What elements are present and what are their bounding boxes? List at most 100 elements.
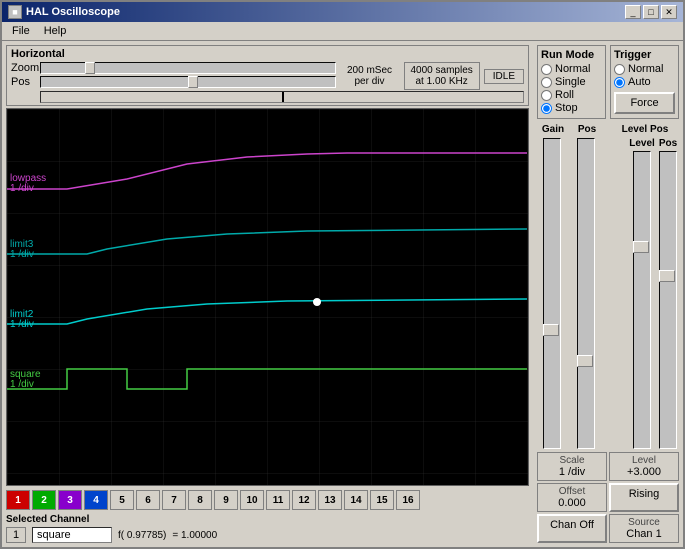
right-panel: Run Mode Normal Single Roll — [533, 41, 683, 547]
trig-level-hdr: Level — [629, 138, 655, 149]
source-chan-box: Source Chan 1 — [609, 514, 679, 543]
main-window: ■ HAL Oscilloscope _ □ ✕ File Help Horiz… — [0, 0, 685, 549]
horizontal-label: Horizontal — [11, 48, 524, 60]
source-chan-label: Source — [614, 517, 674, 528]
svg-text:1 /div: 1 /div — [10, 249, 34, 260]
run-mode-stop[interactable]: Stop — [541, 102, 602, 114]
func-expression: f( 0.97785) — [118, 530, 166, 541]
run-mode-roll-radio[interactable] — [541, 90, 552, 101]
run-mode-normal[interactable]: Normal — [541, 63, 602, 75]
trigger-auto-radio[interactable] — [614, 77, 625, 88]
trigger-auto[interactable]: Auto — [614, 76, 675, 88]
trigger-normal-radio[interactable] — [614, 64, 625, 75]
trigger-title: Trigger — [614, 49, 675, 61]
source-chan-value: Chan 1 — [614, 528, 674, 540]
run-mode-normal-radio[interactable] — [541, 64, 552, 75]
main-content: Horizontal Zoom Pos — [2, 41, 683, 547]
svg-text:1 /div: 1 /div — [10, 319, 34, 330]
chan-off-button[interactable]: Chan Off — [537, 514, 607, 543]
menu-file[interactable]: File — [6, 24, 36, 38]
trigger-normal[interactable]: Normal — [614, 63, 675, 75]
close-button[interactable]: ✕ — [661, 5, 677, 19]
run-mode-title: Run Mode — [541, 49, 602, 61]
signal-name-display: square — [32, 527, 112, 543]
rising-button[interactable]: Rising — [609, 483, 679, 512]
channel-10-button[interactable]: 10 — [240, 490, 264, 510]
maximize-button[interactable]: □ — [643, 5, 659, 19]
time-scale-display: 200 mSec per div — [340, 65, 400, 87]
left-panel: Horizontal Zoom Pos — [2, 41, 533, 547]
channel-5-button[interactable]: 5 — [110, 490, 134, 510]
scale-box: Scale 1 /div — [537, 452, 607, 481]
channel-info-row: 1 square f( 0.97785) = 1.00000 — [6, 527, 529, 543]
window-title: HAL Oscilloscope — [26, 6, 120, 18]
trigger-level-slider-group: Level — [631, 138, 653, 449]
status-display: IDLE — [484, 69, 524, 84]
trigger-slider-labels: Level Pos — [611, 124, 679, 135]
scale-value: 1 /div — [542, 466, 602, 478]
pos-slider[interactable] — [40, 76, 336, 88]
trigger-level-slider[interactable] — [633, 151, 651, 449]
pos-slider-group — [571, 138, 601, 449]
func-result: = 1.00000 — [172, 530, 217, 541]
channel-15-button[interactable]: 15 — [370, 490, 394, 510]
channel-11-button[interactable]: 11 — [266, 490, 290, 510]
minimize-button[interactable]: _ — [625, 5, 641, 19]
channel-1-button[interactable]: 1 — [6, 490, 30, 510]
offset-label: Offset — [542, 486, 602, 497]
trigger-auto-label: Auto — [628, 76, 651, 88]
menu-bar: File Help — [2, 22, 683, 41]
level-label-br: Level — [614, 455, 674, 466]
vert-pos-slider[interactable] — [577, 138, 595, 449]
channel-2-button[interactable]: 2 — [32, 490, 56, 510]
trigger-box: Trigger Normal Auto Force — [610, 45, 679, 119]
offset-value: 0.000 — [542, 497, 602, 509]
pos-label: Pos — [11, 76, 36, 88]
channel-4-button[interactable]: 4 — [84, 490, 108, 510]
svg-text:1 /div: 1 /div — [10, 183, 34, 194]
menu-help[interactable]: Help — [38, 24, 73, 38]
channel-7-button[interactable]: 7 — [162, 490, 186, 510]
svg-text:1 /div: 1 /div — [10, 379, 34, 390]
run-mode-stop-label: Stop — [555, 102, 578, 114]
channel-8-button[interactable]: 8 — [188, 490, 212, 510]
run-mode-box: Run Mode Normal Single Roll — [537, 45, 606, 119]
gain-slider[interactable] — [543, 138, 561, 449]
title-bar: ■ HAL Oscilloscope _ □ ✕ — [2, 2, 683, 22]
run-mode-single-radio[interactable] — [541, 77, 552, 88]
trigger-normal-label: Normal — [628, 63, 663, 75]
run-mode-normal-label: Normal — [555, 63, 590, 75]
channel-6-button[interactable]: 6 — [136, 490, 160, 510]
zoom-label: Zoom — [11, 62, 36, 74]
run-trigger-area: Run Mode Normal Single Roll — [537, 45, 679, 119]
window-icon: ■ — [8, 5, 22, 19]
force-button[interactable]: Force — [614, 92, 675, 114]
channel-9-button[interactable]: 9 — [214, 490, 238, 510]
selected-channel-number: 1 — [6, 527, 26, 543]
slider-header-area: Gain Pos Level Pos — [537, 124, 679, 135]
run-mode-stop-radio[interactable] — [541, 103, 552, 114]
trig-pos-hdr: Pos — [659, 138, 677, 149]
time-marker-row — [11, 91, 524, 103]
time-marker[interactable] — [40, 91, 524, 103]
channel-3-button[interactable]: 3 — [58, 490, 82, 510]
vert-pos-label: Pos — [571, 124, 603, 135]
channel-13-button[interactable]: 13 — [318, 490, 342, 510]
run-mode-roll-label: Roll — [555, 89, 574, 101]
level-label: Level Pos — [622, 124, 669, 135]
channel-12-button[interactable]: 12 — [292, 490, 316, 510]
scale-label: Scale — [542, 455, 602, 466]
run-mode-roll[interactable]: Roll — [541, 89, 602, 101]
title-buttons: _ □ ✕ — [625, 5, 677, 19]
oscilloscope-svg: lowpass 1 /div limit3 1 /div limit2 1 /d… — [7, 109, 528, 485]
trigger-pos-slider[interactable] — [659, 151, 677, 449]
sample-info: 4000 samples at 1.00 KHz — [404, 62, 480, 90]
bottom-right-grid: Scale 1 /div Level +3.000 Offset 0.000 R… — [537, 452, 679, 543]
run-mode-single[interactable]: Single — [541, 76, 602, 88]
zoom-slider[interactable] — [40, 62, 336, 74]
level-value: +3.000 — [614, 466, 674, 478]
channel-buttons-row: 1 2 3 4 5 6 7 8 9 10 11 12 13 14 15 16 — [6, 488, 529, 512]
channel-14-button[interactable]: 14 — [344, 490, 368, 510]
level-box: Level +3.000 — [609, 452, 679, 481]
channel-16-button[interactable]: 16 — [396, 490, 420, 510]
